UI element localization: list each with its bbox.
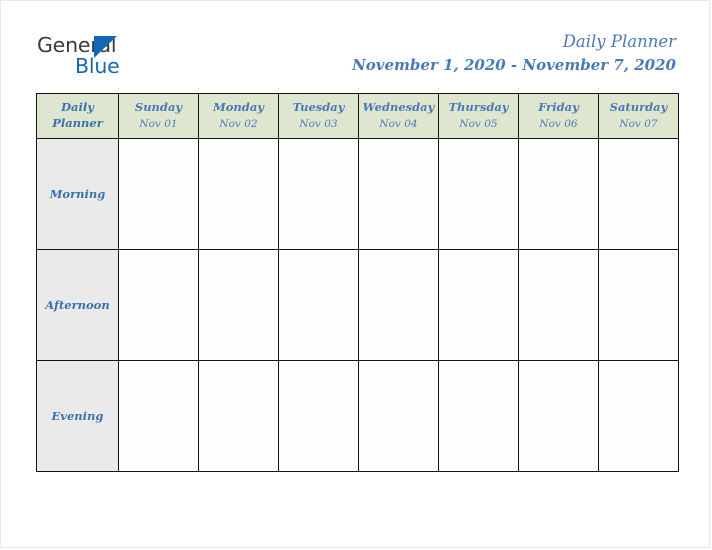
- slot-afternoon-saturday[interactable]: [598, 249, 679, 361]
- day-date-friday: Nov 06: [539, 118, 578, 131]
- header-cell-thursday: Thursday Nov 05: [438, 93, 519, 139]
- planner-page: General Blue Daily Planner November 1, 2…: [0, 0, 710, 548]
- slot-evening-friday[interactable]: [518, 360, 599, 472]
- header-corner-cell: Daily Planner: [36, 93, 119, 139]
- table-row-afternoon: Afternoon: [36, 249, 679, 361]
- slot-morning-sunday[interactable]: [118, 138, 199, 250]
- slot-morning-monday[interactable]: [198, 138, 279, 250]
- slot-afternoon-sunday[interactable]: [118, 249, 199, 361]
- table-header-row: Daily Planner Sunday Nov 01 Monday Nov 0…: [36, 93, 679, 139]
- header-cell-saturday: Saturday Nov 07: [598, 93, 679, 139]
- table-row-morning: Morning: [36, 138, 679, 250]
- rowlabel-evening: Evening: [36, 360, 119, 472]
- slot-afternoon-wednesday[interactable]: [358, 249, 439, 361]
- logo-text-blue: Blue: [75, 54, 120, 78]
- day-name-monday: Monday: [213, 99, 264, 114]
- slot-evening-thursday[interactable]: [438, 360, 519, 472]
- slot-afternoon-friday[interactable]: [518, 249, 599, 361]
- rowlabel-text-evening: Evening: [51, 409, 104, 423]
- slot-afternoon-tuesday[interactable]: [278, 249, 359, 361]
- day-name-wednesday: Wednesday: [362, 99, 435, 114]
- slot-morning-tuesday[interactable]: [278, 138, 359, 250]
- slot-morning-friday[interactable]: [518, 138, 599, 250]
- day-name-thursday: Thursday: [448, 99, 509, 114]
- slot-evening-sunday[interactable]: [118, 360, 199, 472]
- header-cell-wednesday: Wednesday Nov 04: [358, 93, 439, 139]
- day-date-saturday: Nov 07: [619, 118, 658, 131]
- header-cell-tuesday: Tuesday Nov 03: [278, 93, 359, 139]
- title-block: Daily Planner November 1, 2020 - Novembe…: [352, 31, 676, 77]
- date-range-subtitle: November 1, 2020 - November 7, 2020: [352, 56, 676, 75]
- day-name-friday: Friday: [538, 99, 579, 114]
- brand-logo[interactable]: General Blue: [37, 35, 207, 81]
- daily-planner-table: Daily Planner Sunday Nov 01 Monday Nov 0…: [36, 93, 679, 472]
- day-name-tuesday: Tuesday: [292, 99, 345, 114]
- day-date-sunday: Nov 01: [139, 118, 178, 131]
- table-row-evening: Evening: [36, 360, 679, 472]
- rowlabel-text-morning: Morning: [49, 187, 106, 201]
- day-date-thursday: Nov 05: [459, 118, 498, 131]
- header-cell-friday: Friday Nov 06: [518, 93, 599, 139]
- rowlabel-text-afternoon: Afternoon: [45, 298, 110, 312]
- header-cell-sunday: Sunday Nov 01: [118, 93, 199, 139]
- day-date-tuesday: Nov 03: [299, 118, 338, 131]
- slot-evening-wednesday[interactable]: [358, 360, 439, 472]
- day-name-saturday: Saturday: [609, 99, 668, 114]
- slot-evening-monday[interactable]: [198, 360, 279, 472]
- rowlabel-afternoon: Afternoon: [36, 249, 119, 361]
- day-date-wednesday: Nov 04: [379, 118, 418, 131]
- corner-label-line1: Daily: [61, 100, 94, 115]
- header-cell-monday: Monday Nov 02: [198, 93, 279, 139]
- day-date-monday: Nov 02: [219, 118, 258, 131]
- page-header: General Blue Daily Planner November 1, 2…: [1, 1, 709, 93]
- slot-afternoon-monday[interactable]: [198, 249, 279, 361]
- slot-morning-wednesday[interactable]: [358, 138, 439, 250]
- slot-evening-tuesday[interactable]: [278, 360, 359, 472]
- slot-morning-thursday[interactable]: [438, 138, 519, 250]
- day-name-sunday: Sunday: [134, 99, 183, 114]
- slot-morning-saturday[interactable]: [598, 138, 679, 250]
- page-title: Daily Planner: [562, 32, 676, 51]
- slot-evening-saturday[interactable]: [598, 360, 679, 472]
- corner-label-line2: Planner: [52, 116, 103, 130]
- slot-afternoon-thursday[interactable]: [438, 249, 519, 361]
- rowlabel-morning: Morning: [36, 138, 119, 250]
